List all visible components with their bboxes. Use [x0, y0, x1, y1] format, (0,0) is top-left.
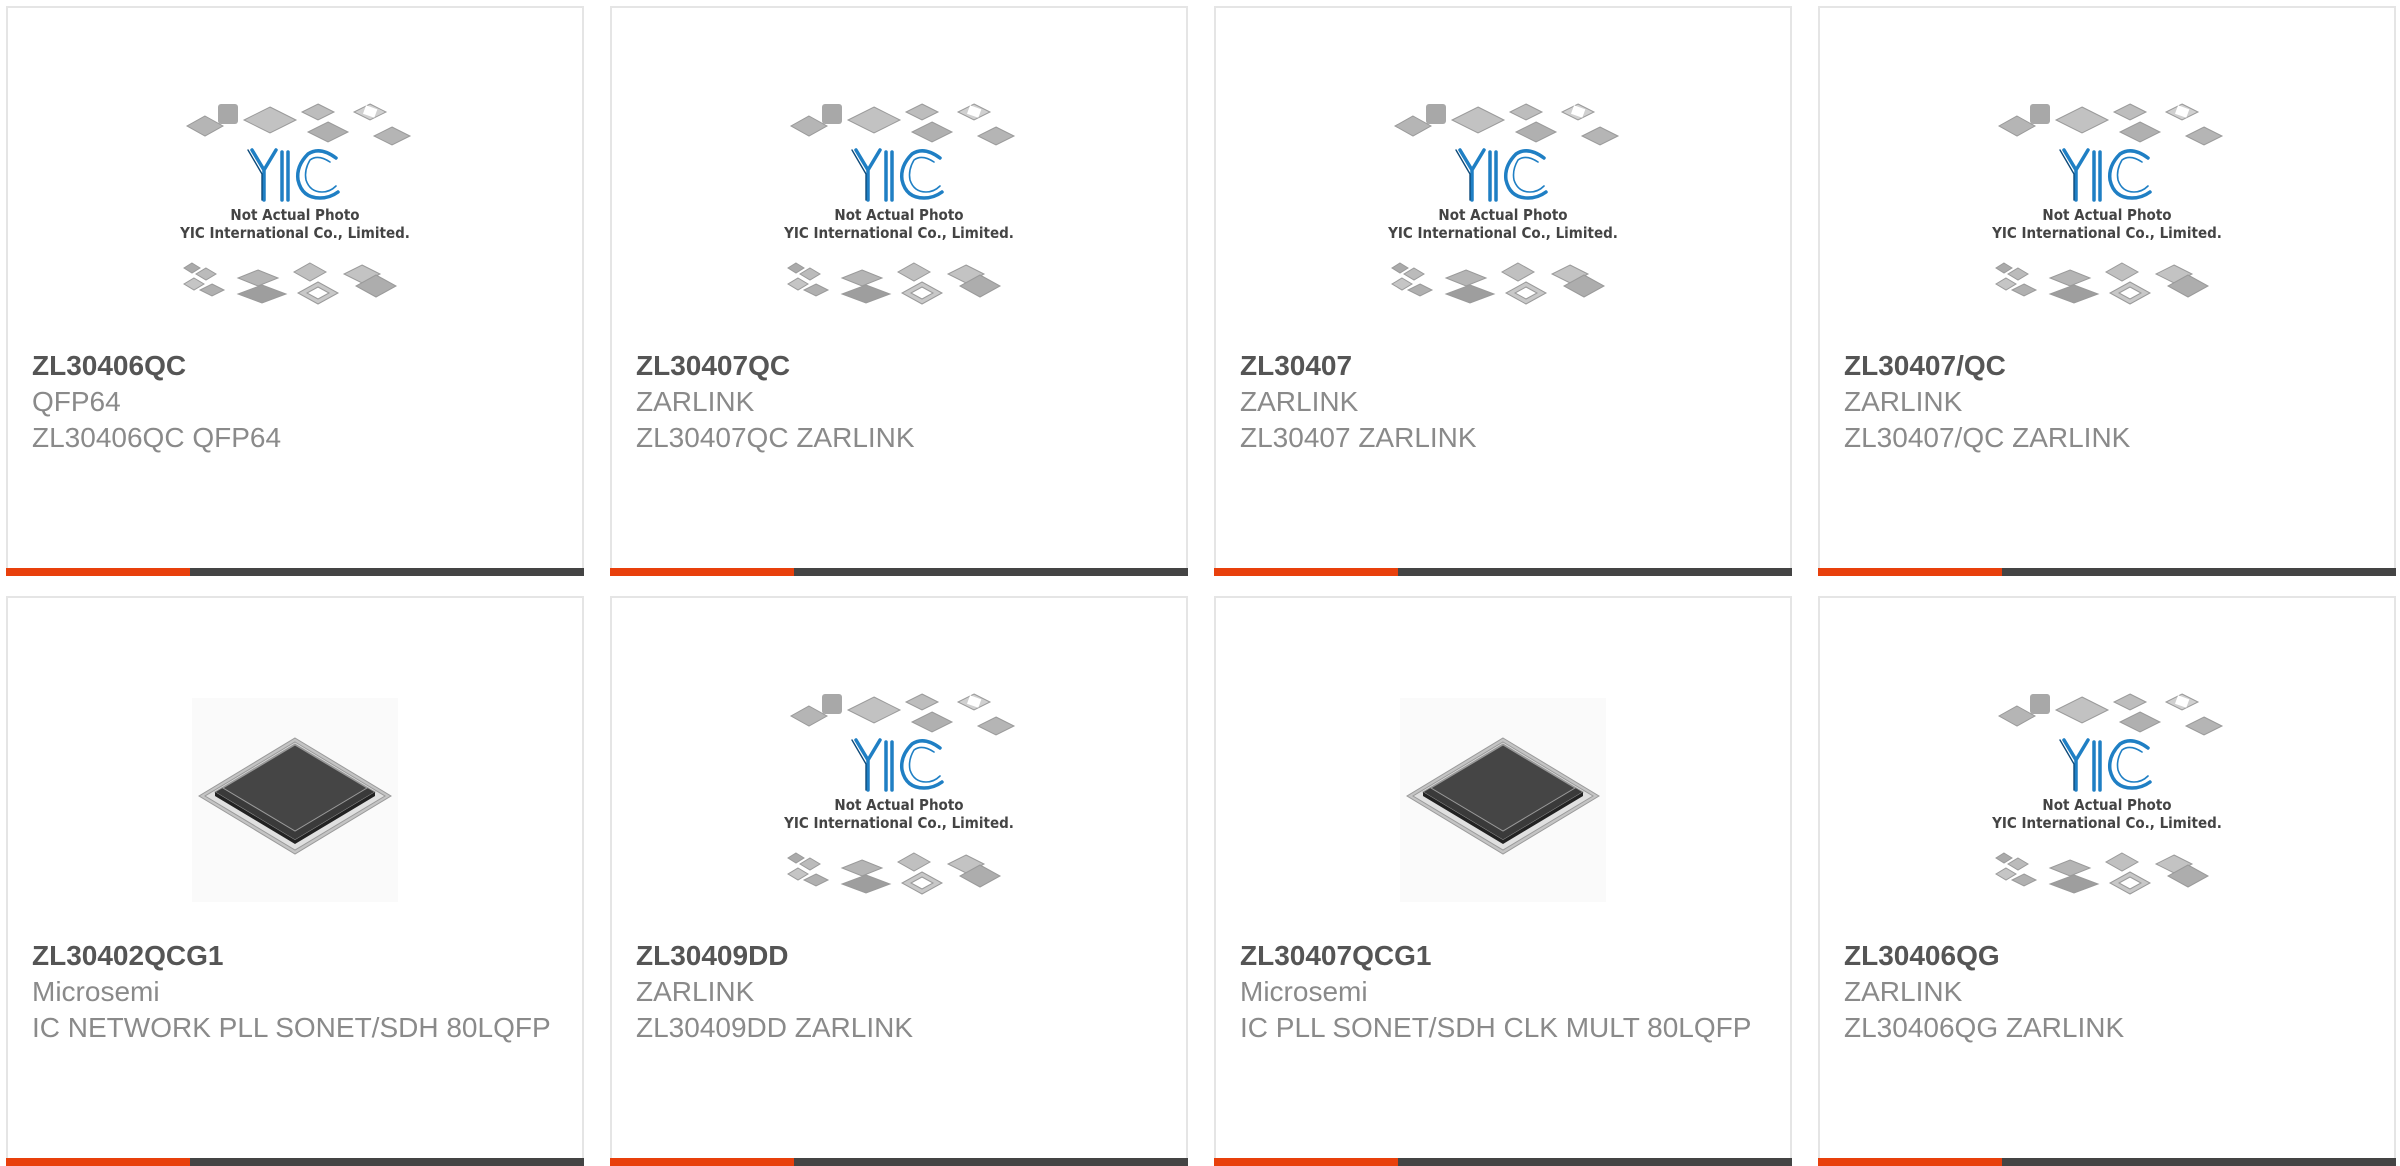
card-accent-bar	[1818, 1158, 2002, 1166]
manufacturer: ZARLINK	[1844, 386, 1963, 417]
description: ZL30407QC ZARLINK	[636, 422, 915, 453]
product-image[interactable]: Not Actual Photo YIC International Co., L…	[612, 88, 1186, 350]
package-icons-bottom	[1995, 852, 2210, 895]
package-icons-top	[789, 103, 1016, 146]
card-accent-bar	[610, 1158, 794, 1166]
yic-logo	[2059, 738, 2152, 792]
package-icons-top	[1393, 103, 1620, 146]
product-info: ZL30407 ZARLINK ZL30407 ZARLINK	[1240, 348, 1770, 456]
card-bottom-bar	[1818, 1158, 2396, 1166]
description: ZL30406QC QFP64	[32, 422, 282, 453]
card-bottom-bar	[1214, 1158, 1792, 1166]
package-icons-top	[1997, 103, 2224, 146]
part-number[interactable]: ZL30406QC	[32, 348, 562, 384]
product-info: ZL30409DD ZARLINK ZL30409DD ZARLINK	[636, 938, 1166, 1046]
product-image[interactable]	[1216, 678, 1790, 940]
package-icons-bottom	[1995, 262, 2210, 305]
not-actual-photo-text: Not Actual Photo	[1438, 206, 1567, 224]
description: IC NETWORK PLL SONET/SDH 80LQFP	[32, 1012, 551, 1043]
product-info: ZL30406QC QFP64 ZL30406QC QFP64	[32, 348, 562, 456]
not-actual-photo-text: Not Actual Photo	[834, 796, 963, 814]
company-name-text: YIC International Co., Limited.	[179, 224, 410, 242]
product-image[interactable]: Not Actual Photo YIC International Co., L…	[1820, 88, 2394, 350]
description: ZL30409DD ZARLINK	[636, 1012, 914, 1043]
product-card[interactable]: Not Actual Photo YIC International Co., L…	[1818, 596, 2396, 1166]
card-accent-bar	[1818, 568, 2002, 576]
yic-logo	[851, 148, 944, 202]
company-name-text: YIC International Co., Limited.	[1991, 224, 2222, 242]
package-icons-bottom	[787, 262, 1002, 305]
package-icons-top	[789, 693, 1016, 736]
part-number[interactable]: ZL30407QCG1	[1240, 938, 1770, 974]
manufacturer: ZARLINK	[636, 976, 755, 1007]
company-name-text: YIC International Co., Limited.	[1991, 814, 2222, 832]
card-bottom-bar	[610, 1158, 1188, 1166]
yic-logo	[2059, 148, 2152, 202]
product-info: ZL30407/QC ZARLINK ZL30407/QC ZARLINK	[1844, 348, 2374, 456]
part-number[interactable]: ZL30409DD	[636, 938, 1166, 974]
product-card[interactable]: Not Actual Photo YIC International Co., L…	[610, 596, 1188, 1166]
part-number[interactable]: ZL30402QCG1	[32, 938, 562, 974]
product-card[interactable]: ZL30407QCG1 Microsemi IC PLL SONET/SDH C…	[1214, 596, 1792, 1166]
product-card[interactable]: Not Actual Photo YIC International Co., L…	[1214, 6, 1792, 576]
card-bottom-bar	[1818, 568, 2396, 576]
product-image[interactable]: Not Actual Photo YIC International Co., L…	[1216, 88, 1790, 350]
card-accent-bar	[1214, 568, 1398, 576]
yic-logo	[1455, 148, 1548, 202]
package-icons-bottom	[1391, 262, 1606, 305]
card-bottom-bar	[6, 568, 584, 576]
card-accent-bar	[6, 568, 190, 576]
part-number[interactable]: ZL30407/QC	[1844, 348, 2374, 384]
not-actual-photo-text: Not Actual Photo	[230, 206, 359, 224]
manufacturer: QFP64	[32, 386, 121, 417]
package-icons-bottom	[787, 852, 1002, 895]
company-name-text: YIC International Co., Limited.	[1387, 224, 1618, 242]
card-accent-bar	[6, 1158, 190, 1166]
lqfp-chip	[1400, 698, 1606, 902]
lqfp-chip	[192, 698, 398, 902]
product-grid: Not Actual Photo YIC International Co., L…	[0, 0, 2400, 1166]
package-icons-top	[1997, 693, 2224, 736]
yic-logo	[247, 148, 340, 202]
product-info: ZL30407QCG1 Microsemi IC PLL SONET/SDH C…	[1240, 938, 1770, 1046]
not-actual-photo-text: Not Actual Photo	[2042, 796, 2171, 814]
card-bottom-bar	[1214, 568, 1792, 576]
card-bottom-bar	[610, 568, 1188, 576]
part-number[interactable]: ZL30407QC	[636, 348, 1166, 384]
card-accent-bar	[1214, 1158, 1398, 1166]
product-card[interactable]: Not Actual Photo YIC International Co., L…	[6, 6, 584, 576]
product-card[interactable]: Not Actual Photo YIC International Co., L…	[610, 6, 1188, 576]
description: ZL30406QG ZARLINK	[1844, 1012, 2125, 1043]
manufacturer: Microsemi	[32, 976, 160, 1007]
description: ZL30407 ZARLINK	[1240, 422, 1477, 453]
manufacturer: ZARLINK	[636, 386, 755, 417]
product-info: ZL30406QG ZARLINK ZL30406QG ZARLINK	[1844, 938, 2374, 1046]
product-card[interactable]: ZL30402QCG1 Microsemi IC NETWORK PLL SON…	[6, 596, 584, 1166]
product-info: ZL30402QCG1 Microsemi IC NETWORK PLL SON…	[32, 938, 562, 1046]
card-accent-bar	[610, 568, 794, 576]
yic-logo	[851, 738, 944, 792]
product-card[interactable]: Not Actual Photo YIC International Co., L…	[1818, 6, 2396, 576]
manufacturer: ZARLINK	[1844, 976, 1963, 1007]
card-bottom-bar	[6, 1158, 584, 1166]
company-name-text: YIC International Co., Limited.	[783, 224, 1014, 242]
product-info: ZL30407QC ZARLINK ZL30407QC ZARLINK	[636, 348, 1166, 456]
description: IC PLL SONET/SDH CLK MULT 80LQFP	[1240, 1012, 1752, 1043]
company-name-text: YIC International Co., Limited.	[783, 814, 1014, 832]
package-icons-top	[185, 103, 412, 146]
description: ZL30407/QC ZARLINK	[1844, 422, 2131, 453]
part-number[interactable]: ZL30406QG	[1844, 938, 2374, 974]
part-number[interactable]: ZL30407	[1240, 348, 1770, 384]
manufacturer: Microsemi	[1240, 976, 1368, 1007]
not-actual-photo-text: Not Actual Photo	[2042, 206, 2171, 224]
package-icons-bottom	[183, 262, 398, 305]
manufacturer: ZARLINK	[1240, 386, 1359, 417]
not-actual-photo-text: Not Actual Photo	[834, 206, 963, 224]
product-image[interactable]	[8, 678, 582, 940]
product-image[interactable]: Not Actual Photo YIC International Co., L…	[612, 678, 1186, 940]
product-image[interactable]: Not Actual Photo YIC International Co., L…	[1820, 678, 2394, 940]
product-image[interactable]: Not Actual Photo YIC International Co., L…	[8, 88, 582, 350]
